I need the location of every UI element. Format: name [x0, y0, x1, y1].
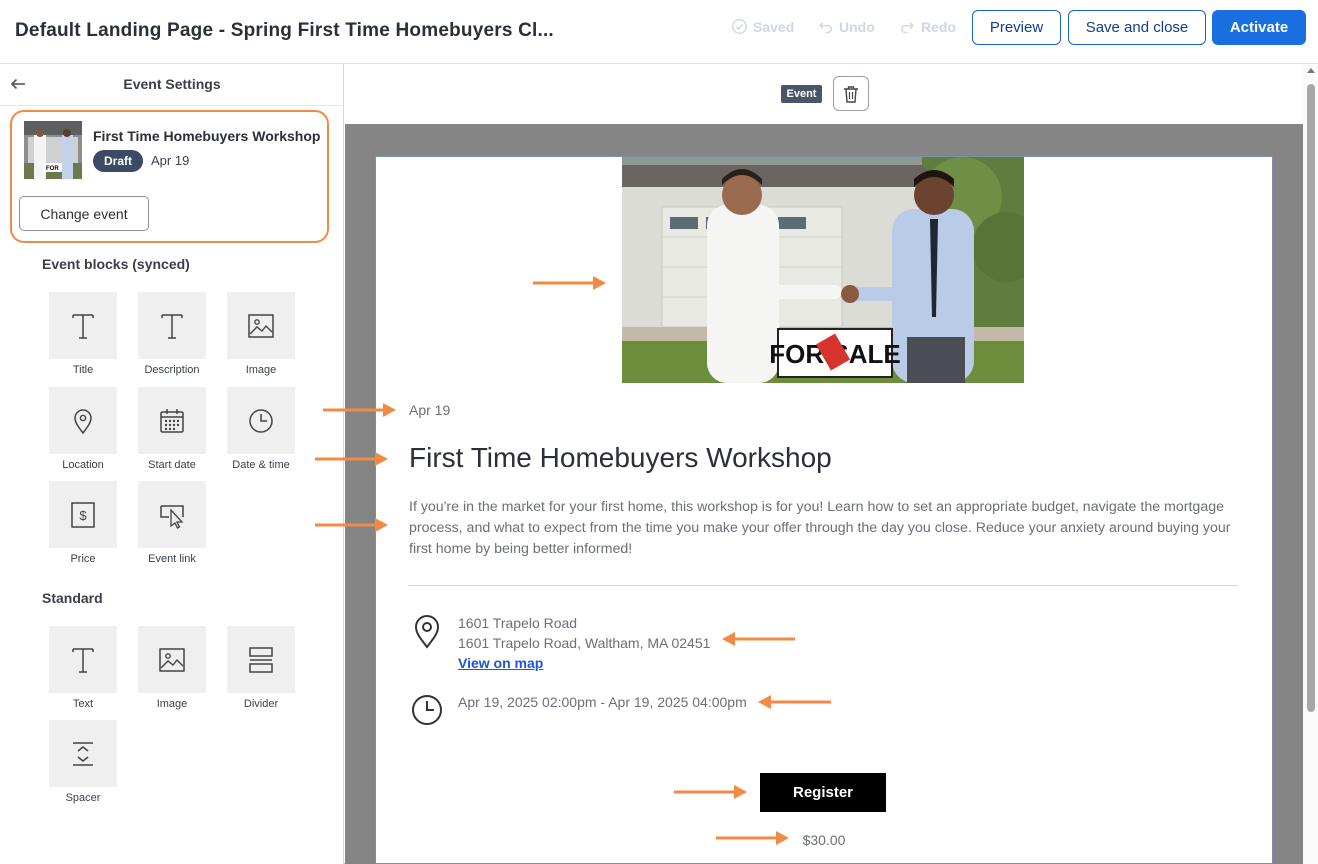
vertical-scrollbar[interactable]	[1303, 64, 1318, 864]
block-title[interactable]: Title	[38, 292, 128, 380]
event-block-tag: Event	[781, 85, 822, 103]
event-blocks-heading: Event blocks (synced)	[42, 256, 190, 272]
undo-icon	[819, 22, 833, 34]
undo-button[interactable]: Undo	[817, 18, 875, 35]
scroll-up-icon[interactable]	[1307, 68, 1315, 73]
scrollbar-thumb[interactable]	[1307, 84, 1315, 712]
event-name: First Time Homebuyers Workshop	[93, 128, 321, 144]
location-name: 1601 Trapelo Road	[458, 615, 578, 631]
block-label: Image	[245, 364, 277, 376]
annotation-arrow-right-icon	[315, 518, 388, 532]
block-label: Location	[62, 459, 104, 471]
content-divider	[408, 585, 1238, 586]
text-icon	[72, 647, 94, 673]
saved-indicator: Saved	[731, 18, 794, 35]
location-pin-icon	[74, 408, 92, 434]
block-label: Image	[156, 698, 188, 710]
divider-icon	[249, 646, 273, 673]
redo-label: Redo	[921, 18, 956, 35]
saved-label: Saved	[753, 18, 795, 35]
event-date-text: Apr 19	[409, 402, 451, 418]
block-location[interactable]: Location	[38, 387, 128, 475]
block-label: Divider	[243, 698, 279, 710]
preview-button[interactable]: Preview	[972, 10, 1061, 45]
redo-icon	[900, 22, 914, 34]
block-label: Event link	[148, 553, 196, 565]
activate-button[interactable]: Activate	[1212, 10, 1306, 45]
undo-label: Undo	[839, 18, 875, 35]
trash-icon	[844, 85, 858, 103]
block-label: Price	[70, 553, 96, 565]
svg-text:FOR: FOR	[46, 166, 59, 172]
sidebar-header: Event Settings	[0, 64, 344, 106]
page-title: Default Landing Page - Spring First Time…	[15, 20, 554, 41]
cursor-link-icon	[160, 504, 184, 529]
annotation-arrow-right-icon	[315, 452, 388, 466]
sidebar-title: Event Settings	[123, 76, 221, 92]
back-arrow-icon[interactable]	[9, 75, 27, 93]
description-icon	[161, 313, 183, 339]
block-label: Text	[72, 698, 94, 710]
save-and-close-button[interactable]: Save and close	[1068, 10, 1206, 45]
location-pin-icon	[414, 615, 440, 649]
sidebar: Event Settings FOR First Time Homebuyers…	[0, 64, 344, 864]
block-image[interactable]: Image	[216, 292, 306, 380]
block-label: Spacer	[65, 792, 101, 804]
block-standard-image[interactable]: Image	[127, 626, 217, 714]
event-content-block[interactable]: FOR SALE Apr 19 First Time Homebuyers Wo…	[375, 156, 1273, 864]
register-button[interactable]: Register	[760, 773, 886, 812]
change-event-button[interactable]: Change event	[19, 196, 149, 231]
annotation-arrow-right-icon	[533, 276, 606, 290]
annotation-arrow-right-icon	[674, 785, 747, 799]
event-title-text: First Time Homebuyers Workshop	[409, 442, 832, 473]
block-label: Date & time	[232, 459, 290, 471]
block-spacer[interactable]: Spacer	[38, 720, 128, 808]
annotation-arrow-right-icon	[716, 831, 789, 845]
block-divider[interactable]: Divider	[216, 626, 306, 714]
view-on-map-link[interactable]: View on map	[458, 655, 543, 671]
event-thumbnail: FOR	[24, 121, 82, 179]
spacer-icon	[73, 741, 93, 766]
calendar-icon	[160, 408, 184, 433]
block-label: Title	[72, 364, 94, 376]
event-datetime-text: Apr 19, 2025 02:00pm - Apr 19, 2025 04:0…	[458, 694, 747, 710]
block-start-date[interactable]: Start date	[127, 387, 217, 475]
event-price-text: $30.00	[802, 832, 846, 848]
svg-text:$: $	[79, 508, 87, 523]
redo-button[interactable]: Redo	[899, 18, 956, 35]
block-event-link[interactable]: Event link	[127, 481, 217, 569]
block-label: Start date	[148, 459, 196, 471]
event-hero-image[interactable]: FOR SALE	[622, 157, 1024, 383]
check-circle-icon	[732, 19, 747, 34]
event-date: Apr 19	[151, 153, 190, 168]
clock-icon	[412, 695, 442, 725]
block-text[interactable]: Text	[38, 626, 128, 714]
top-header: Default Landing Page - Spring First Time…	[0, 0, 1318, 64]
annotation-arrow-left-icon	[758, 695, 831, 709]
annotation-arrow-right-icon	[323, 403, 396, 417]
block-date-time[interactable]: Date & time	[216, 387, 306, 475]
image-icon	[159, 647, 185, 672]
delete-block-button[interactable]	[833, 76, 869, 111]
event-description-text: If you're in the market for your first h…	[409, 499, 1231, 557]
block-price[interactable]: $ Price	[38, 481, 128, 569]
standard-heading: Standard	[42, 590, 103, 606]
dollar-icon: $	[71, 501, 95, 528]
block-description[interactable]: Description	[127, 292, 217, 380]
editor-canvas: Event FOR SALE Apr 19 First Time Homebuy…	[345, 64, 1318, 864]
image-icon	[248, 313, 274, 338]
clock-icon	[249, 408, 273, 433]
draft-status-badge: Draft	[93, 150, 143, 172]
block-label: Description	[144, 364, 200, 376]
annotation-arrow-left-icon	[722, 632, 795, 646]
selected-event-card: FOR First Time Homebuyers Workshop Draft…	[10, 110, 329, 243]
title-icon	[72, 313, 94, 339]
location-address: 1601 Trapelo Road, Waltham, MA 02451	[458, 635, 711, 651]
